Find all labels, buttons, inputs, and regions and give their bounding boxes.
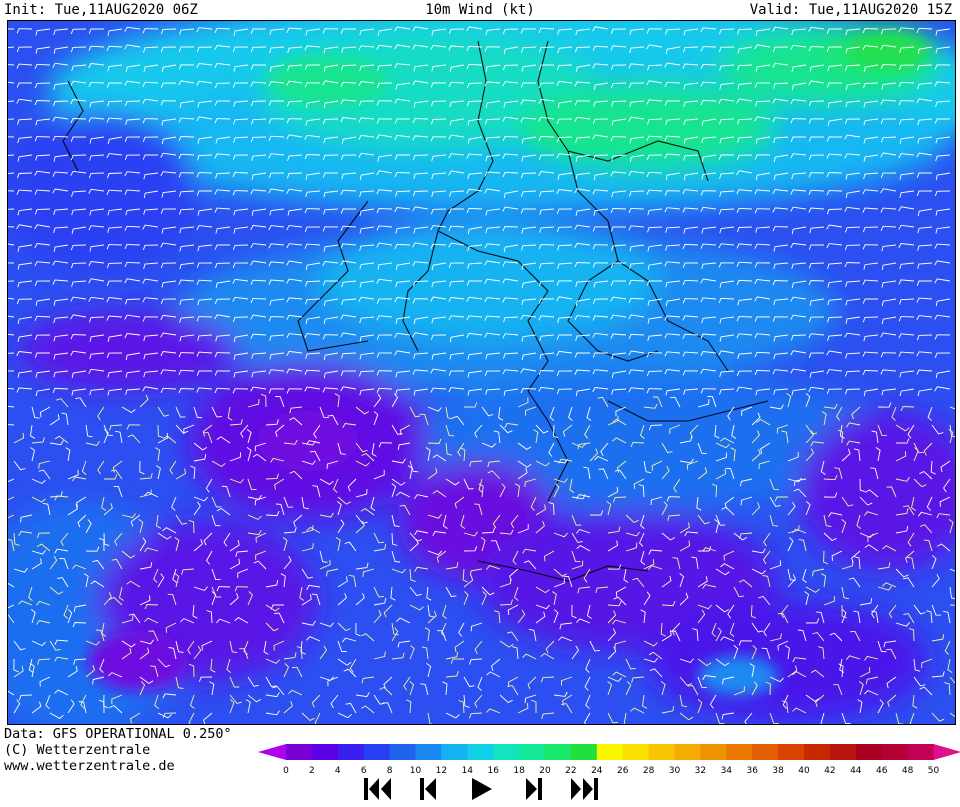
step-back-button[interactable] xyxy=(412,774,444,804)
legend-color-cell xyxy=(700,744,727,760)
legend-color-cell xyxy=(415,744,442,760)
data-source-label: Data: GFS OPERATIONAL 0.250° xyxy=(4,726,232,742)
legend-color-cell xyxy=(467,744,494,760)
legend-color-cell xyxy=(855,744,883,760)
header-bar: Init: Tue,11AUG2020 06Z 10m Wind (kt) Va… xyxy=(0,0,960,20)
play-icon xyxy=(472,778,492,800)
wind-map xyxy=(7,20,956,725)
legend-color-cell xyxy=(726,744,753,760)
legend-color-cell xyxy=(363,744,391,760)
step-forward-icon xyxy=(526,778,542,800)
legend-color-cell xyxy=(622,744,650,760)
skip-to-last-button[interactable] xyxy=(568,774,600,804)
skip-to-last-icon xyxy=(571,778,598,800)
legend-color-cell xyxy=(829,744,857,760)
legend-color-cell xyxy=(881,744,909,760)
legend-color-cell xyxy=(286,744,313,760)
legend-color-cell xyxy=(545,744,572,760)
legend-color-cell xyxy=(804,744,831,760)
legend-color-cell xyxy=(311,744,339,760)
step-forward-button[interactable] xyxy=(518,774,550,804)
step-back-icon xyxy=(420,778,436,800)
animation-controls xyxy=(0,772,960,807)
legend-color-cell xyxy=(493,744,520,760)
play-button[interactable] xyxy=(466,774,498,804)
legend-under-range xyxy=(258,744,286,760)
legend-color-cell xyxy=(752,744,779,760)
legend-color-cell xyxy=(596,744,624,760)
legend-color-cell xyxy=(570,744,598,760)
wind-speed-field xyxy=(8,21,955,724)
legend-color-cell xyxy=(674,744,701,760)
copyright-label: (C) Wetterzentrale xyxy=(4,742,151,758)
legend-color-cell xyxy=(778,744,805,760)
skip-to-first-icon xyxy=(364,778,391,800)
legend-color-cell xyxy=(389,744,416,760)
skip-to-first-button[interactable] xyxy=(362,774,394,804)
legend-over-range xyxy=(933,744,960,760)
legend-color-cell xyxy=(907,744,934,760)
valid-time: Valid: Tue,11AUG2020 15Z xyxy=(749,2,952,18)
legend-color-cell xyxy=(519,744,546,760)
legend-color-cell xyxy=(648,744,675,760)
legend-color-cell xyxy=(337,744,365,760)
legend-color-cell xyxy=(441,744,468,760)
